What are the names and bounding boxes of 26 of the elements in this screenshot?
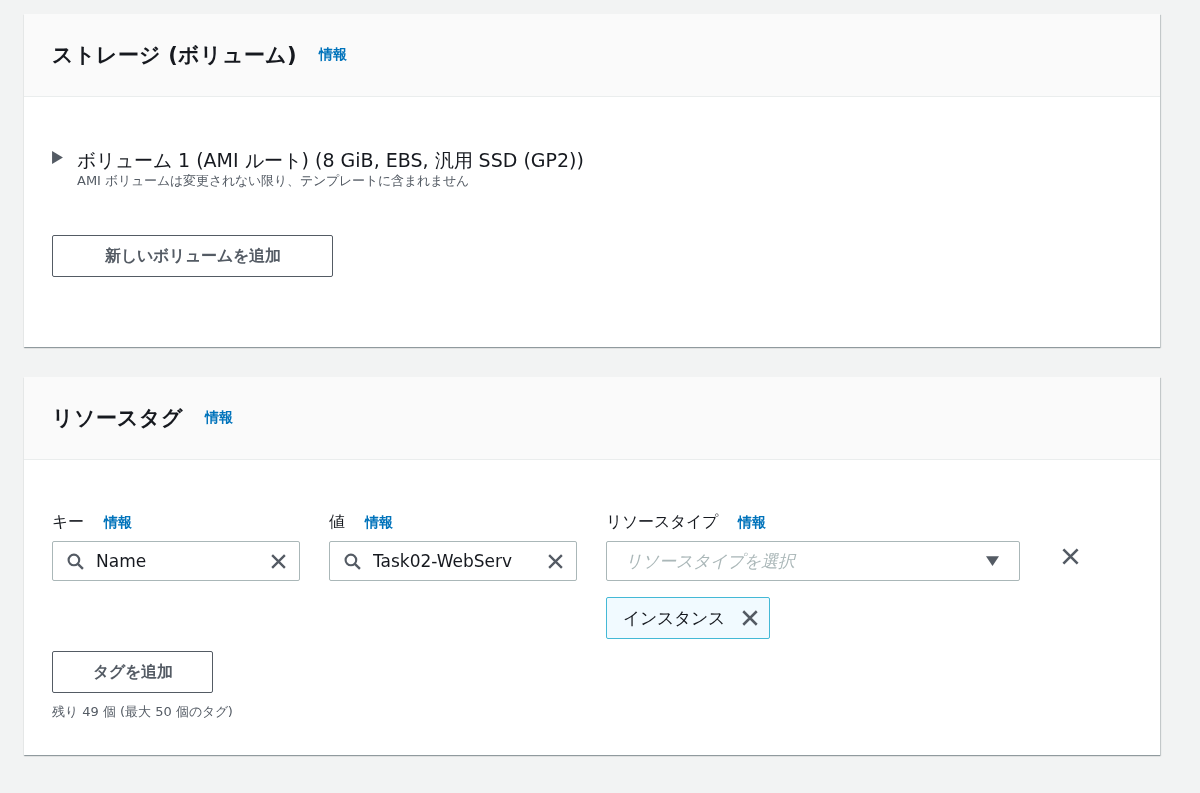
field-label: 値: [329, 512, 345, 533]
section-title: ストレージ (ボリューム): [52, 42, 297, 69]
add-volume-button[interactable]: 新しいボリュームを追加: [52, 235, 333, 277]
field-label: リソースタイプ: [606, 512, 718, 533]
close-icon[interactable]: [741, 609, 759, 627]
info-link[interactable]: 情報: [205, 409, 233, 427]
search-icon: [67, 552, 84, 570]
dropdown-arrow-icon: [986, 556, 999, 566]
resource-type-token: インスタンス: [606, 597, 770, 639]
value-field[interactable]: Task02-WebServ: [329, 541, 577, 581]
key-field[interactable]: Name: [52, 541, 300, 581]
info-link[interactable]: 情報: [318, 46, 347, 64]
volume-title[interactable]: ボリューム 1 (AMI ルート) (8 GiB, EBS, 汎用 SSD (GP2)): [77, 147, 584, 173]
info-link[interactable]: 情報: [104, 514, 132, 532]
add-tag-button[interactable]: タグを追加: [52, 651, 213, 693]
volume-description: AMI ボリュームは変更されない限り、テンプレートに含まれません: [77, 173, 471, 189]
info-link[interactable]: 情報: [365, 514, 393, 532]
close-icon[interactable]: [1061, 547, 1080, 566]
search-icon: [344, 552, 361, 570]
caret-icon[interactable]: [52, 151, 63, 164]
section-title: リソースタグ: [52, 405, 183, 432]
info-link[interactable]: 情報: [738, 514, 766, 532]
field-label: キー: [52, 512, 84, 533]
close-icon[interactable]: [547, 552, 564, 570]
tag-limit-hint: 残り 49 個 (最大 50 個のタグ): [52, 703, 234, 721]
close-icon[interactable]: [270, 552, 287, 570]
